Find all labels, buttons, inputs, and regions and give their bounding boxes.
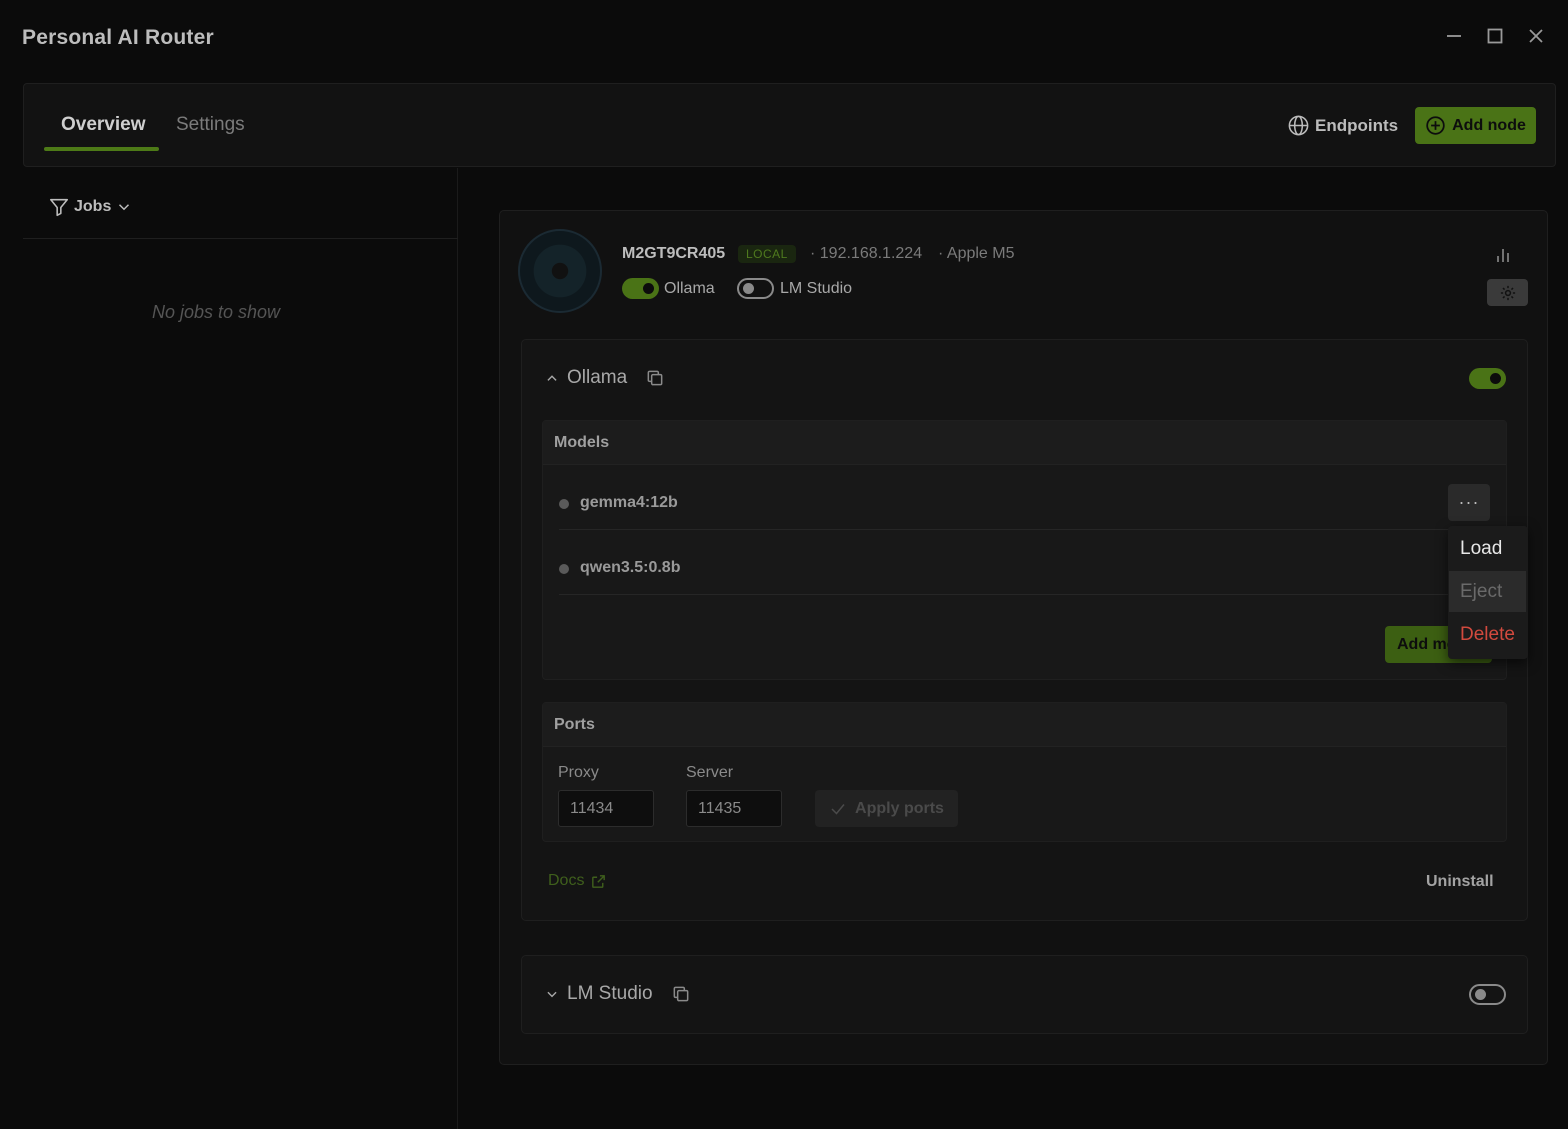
ports-section: Ports Proxy Server Apply ports — [542, 702, 1507, 842]
jobs-filter-dropdown[interactable]: Jobs — [48, 196, 133, 218]
menu-item-eject[interactable]: Eject — [1449, 571, 1526, 612]
model-more-button[interactable]: ··· — [1448, 484, 1490, 521]
model-row[interactable]: qwen3.5:0.8b — [559, 529, 1489, 595]
node-name: M2GT9CR405 — [622, 245, 726, 262]
check-icon — [831, 803, 845, 815]
model-status-dot — [559, 564, 569, 574]
jobs-sidebar: Jobs No jobs to show — [23, 168, 458, 1129]
plus-circle-icon — [1426, 116, 1445, 135]
proxy-port-input[interactable] — [558, 790, 654, 827]
node-settings-button[interactable] — [1487, 279, 1528, 306]
model-context-menu: Load Eject Delete — [1448, 526, 1528, 659]
maximize-icon[interactable] — [1483, 24, 1507, 48]
minimize-icon[interactable] — [1442, 24, 1466, 48]
chevron-down-icon — [547, 991, 557, 998]
proxy-label: Proxy — [558, 764, 599, 781]
lmstudio-service-label: LM Studio — [780, 280, 853, 297]
ollama-service-label: Ollama — [664, 280, 715, 297]
models-header: Models — [543, 421, 1506, 465]
ollama-service-toggle[interactable] — [622, 278, 659, 299]
lmstudio-panel-toggle[interactable] — [1469, 984, 1506, 1005]
models-section: Models gemma4:12b qwen3.5:0.8b ··· Add m… — [542, 420, 1507, 680]
ollama-panel-toggle[interactable] — [1469, 368, 1506, 389]
ollama-panel-title: Ollama — [567, 367, 628, 388]
close-icon[interactable] — [1524, 24, 1548, 48]
menu-item-load[interactable]: Load — [1449, 528, 1526, 569]
server-label: Server — [686, 764, 734, 781]
lmstudio-panel-header[interactable]: LM Studio — [545, 983, 691, 1005]
model-row[interactable]: gemma4:12b — [559, 464, 1489, 530]
copy-icon[interactable] — [671, 984, 691, 1004]
empty-jobs-message: No jobs to show — [151, 302, 281, 322]
ollama-panel-header[interactable]: Ollama — [545, 367, 665, 389]
bar-chart-icon[interactable] — [1495, 247, 1511, 263]
active-tab-indicator — [44, 147, 159, 151]
local-badge: LOCAL — [738, 245, 796, 263]
jobs-filter-label: Jobs — [74, 198, 112, 215]
ollama-panel: Ollama Models gemma4:12b qwen3.5:0.8b ··… — [521, 339, 1528, 921]
docs-link[interactable]: Docs — [548, 872, 607, 890]
tab-settings[interactable]: Settings — [176, 114, 245, 136]
chevron-down-icon — [119, 204, 130, 211]
menu-item-delete[interactable]: Delete — [1449, 614, 1526, 655]
copy-icon[interactable] — [645, 368, 665, 388]
add-node-button[interactable]: Add node — [1415, 107, 1536, 144]
node-ip: · 192.168.1.224 — [810, 245, 923, 262]
globe-icon — [1288, 115, 1309, 136]
model-name: qwen3.5:0.8b — [580, 559, 681, 576]
filter-icon — [49, 198, 69, 217]
node-card: M2GT9CR405 LOCAL · 192.168.1.224 · Apple… — [499, 210, 1548, 1065]
gear-icon — [1500, 285, 1515, 300]
node-chip: · Apple M5 — [938, 245, 1015, 262]
endpoints-label: Endpoints — [1315, 115, 1399, 135]
add-node-label: Add node — [1452, 116, 1526, 134]
tab-overview[interactable]: Overview — [61, 114, 146, 136]
lmstudio-service-toggle[interactable] — [737, 278, 774, 299]
uninstall-button[interactable]: Uninstall — [1426, 873, 1494, 891]
ports-header: Ports — [543, 703, 1506, 747]
endpoints-button[interactable]: Endpoints — [1287, 114, 1398, 137]
server-port-input[interactable] — [686, 790, 782, 827]
top-nav-bar: Overview Settings Endpoints Add node — [23, 83, 1556, 167]
title-bar: Personal AI Router — [0, 0, 1568, 76]
chevron-up-icon — [547, 375, 557, 381]
apply-ports-button[interactable]: Apply ports — [815, 790, 958, 827]
external-link-icon — [592, 874, 606, 888]
apply-ports-label: Apply ports — [855, 799, 944, 817]
lmstudio-panel-title: LM Studio — [567, 983, 653, 1004]
lmstudio-panel: LM Studio — [521, 955, 1528, 1034]
docs-label: Docs — [548, 872, 585, 889]
sidebar-divider — [23, 238, 458, 239]
model-name: gemma4:12b — [580, 494, 678, 511]
node-avatar — [518, 229, 602, 313]
model-status-dot — [559, 499, 569, 509]
app-title: Personal AI Router — [22, 26, 214, 49]
